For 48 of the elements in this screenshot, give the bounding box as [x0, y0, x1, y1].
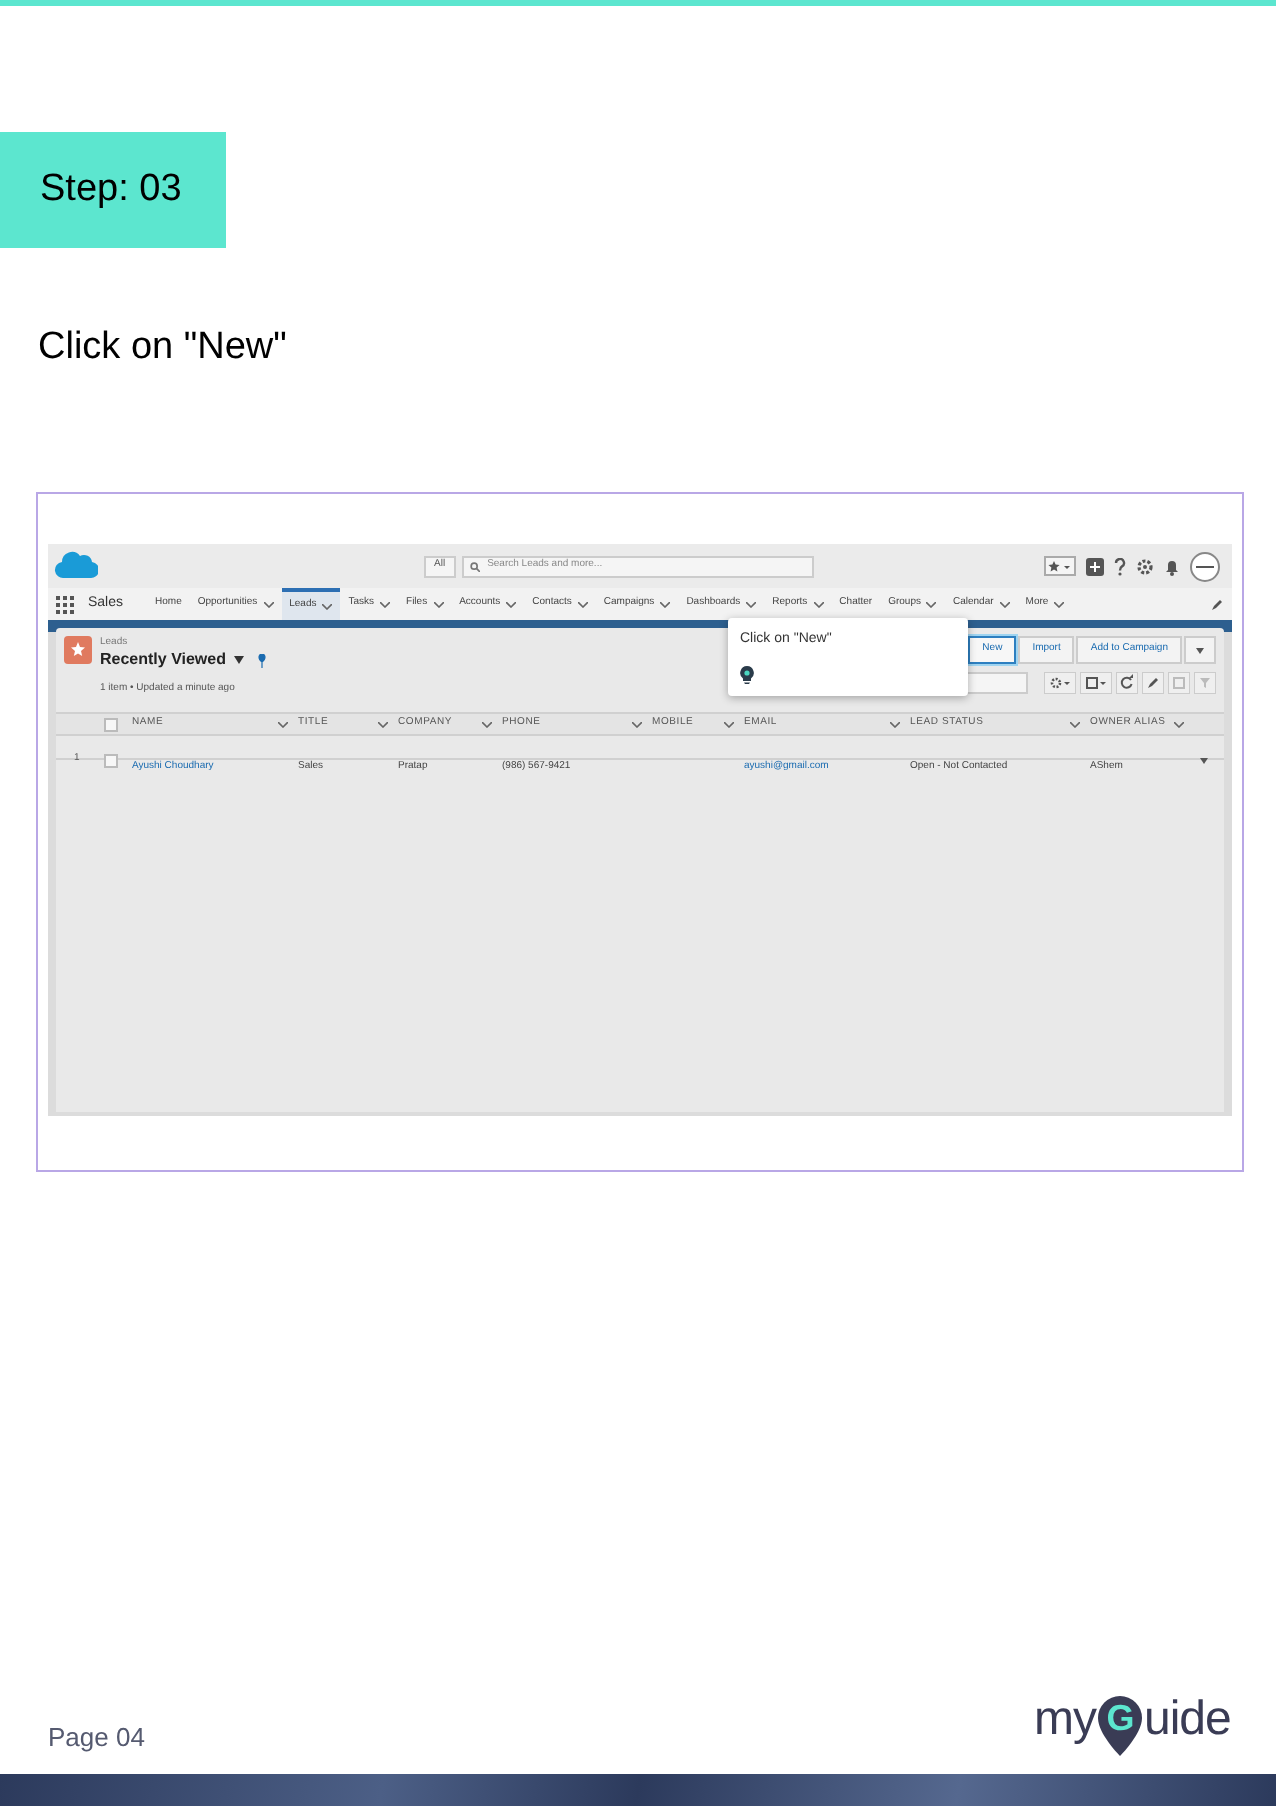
chevron-down-icon[interactable]: [890, 721, 900, 727]
pencil-icon[interactable]: [1142, 672, 1164, 694]
chevron-down-icon[interactable]: [1070, 721, 1080, 727]
favorites-button[interactable]: [1044, 556, 1076, 576]
chevron-down-icon[interactable]: [1054, 601, 1065, 607]
page-number: Page 04: [48, 1720, 145, 1756]
chevron-down-icon[interactable]: [813, 601, 824, 607]
chevron-down-icon[interactable]: [999, 601, 1010, 607]
more-actions-button[interactable]: [1184, 636, 1216, 664]
caret-icon[interactable]: [234, 656, 244, 664]
help-icon[interactable]: [1114, 557, 1126, 575]
chevron-down-icon[interactable]: [577, 601, 588, 607]
caret-icon: [1196, 647, 1204, 653]
chevron-down-icon[interactable]: [724, 721, 734, 727]
avatar-icon[interactable]: [1190, 551, 1220, 581]
chevron-down-icon[interactable]: [660, 601, 671, 607]
chevron-down-icon[interactable]: [482, 721, 492, 727]
cloud-logo-icon: [54, 550, 98, 582]
chevron-down-icon[interactable]: [433, 601, 444, 607]
logo: my G uide: [1034, 1684, 1231, 1756]
plus-icon[interactable]: [1086, 557, 1104, 575]
app-launcher-icon[interactable]: [56, 595, 74, 613]
refresh-icon[interactable]: [1116, 672, 1138, 694]
chevron-down-icon[interactable]: [263, 601, 274, 607]
step-label: Step: 03: [0, 132, 226, 248]
list-view-title[interactable]: Recently Viewed: [100, 648, 226, 672]
settings-icon[interactable]: [1136, 557, 1154, 575]
select-all-checkbox[interactable]: [104, 717, 118, 731]
chevron-down-icon[interactable]: [322, 603, 333, 609]
bell-icon[interactable]: [1164, 557, 1180, 575]
row-checkbox[interactable]: [104, 753, 118, 767]
table-icon[interactable]: [1080, 672, 1112, 694]
lead-icon: [64, 636, 92, 664]
search-icon: [469, 561, 480, 571]
chevron-down-icon[interactable]: [278, 721, 288, 727]
pin-icon[interactable]: [258, 653, 266, 667]
chevron-down-icon[interactable]: [1174, 721, 1184, 727]
lightbulb-icon: [740, 665, 754, 683]
chevron-down-icon[interactable]: [926, 601, 937, 607]
caret-icon: [1199, 757, 1207, 763]
chevron-down-icon[interactable]: [378, 721, 388, 727]
row-action-button[interactable]: [1194, 753, 1212, 767]
chevron-down-icon[interactable]: [632, 721, 642, 727]
chevron-down-icon[interactable]: [506, 601, 517, 607]
instruction-text: Click on "New": [38, 324, 287, 372]
pencil-icon[interactable]: [1212, 598, 1224, 610]
chevron-down-icon[interactable]: [380, 601, 391, 607]
chevron-down-icon[interactable]: [746, 601, 757, 607]
